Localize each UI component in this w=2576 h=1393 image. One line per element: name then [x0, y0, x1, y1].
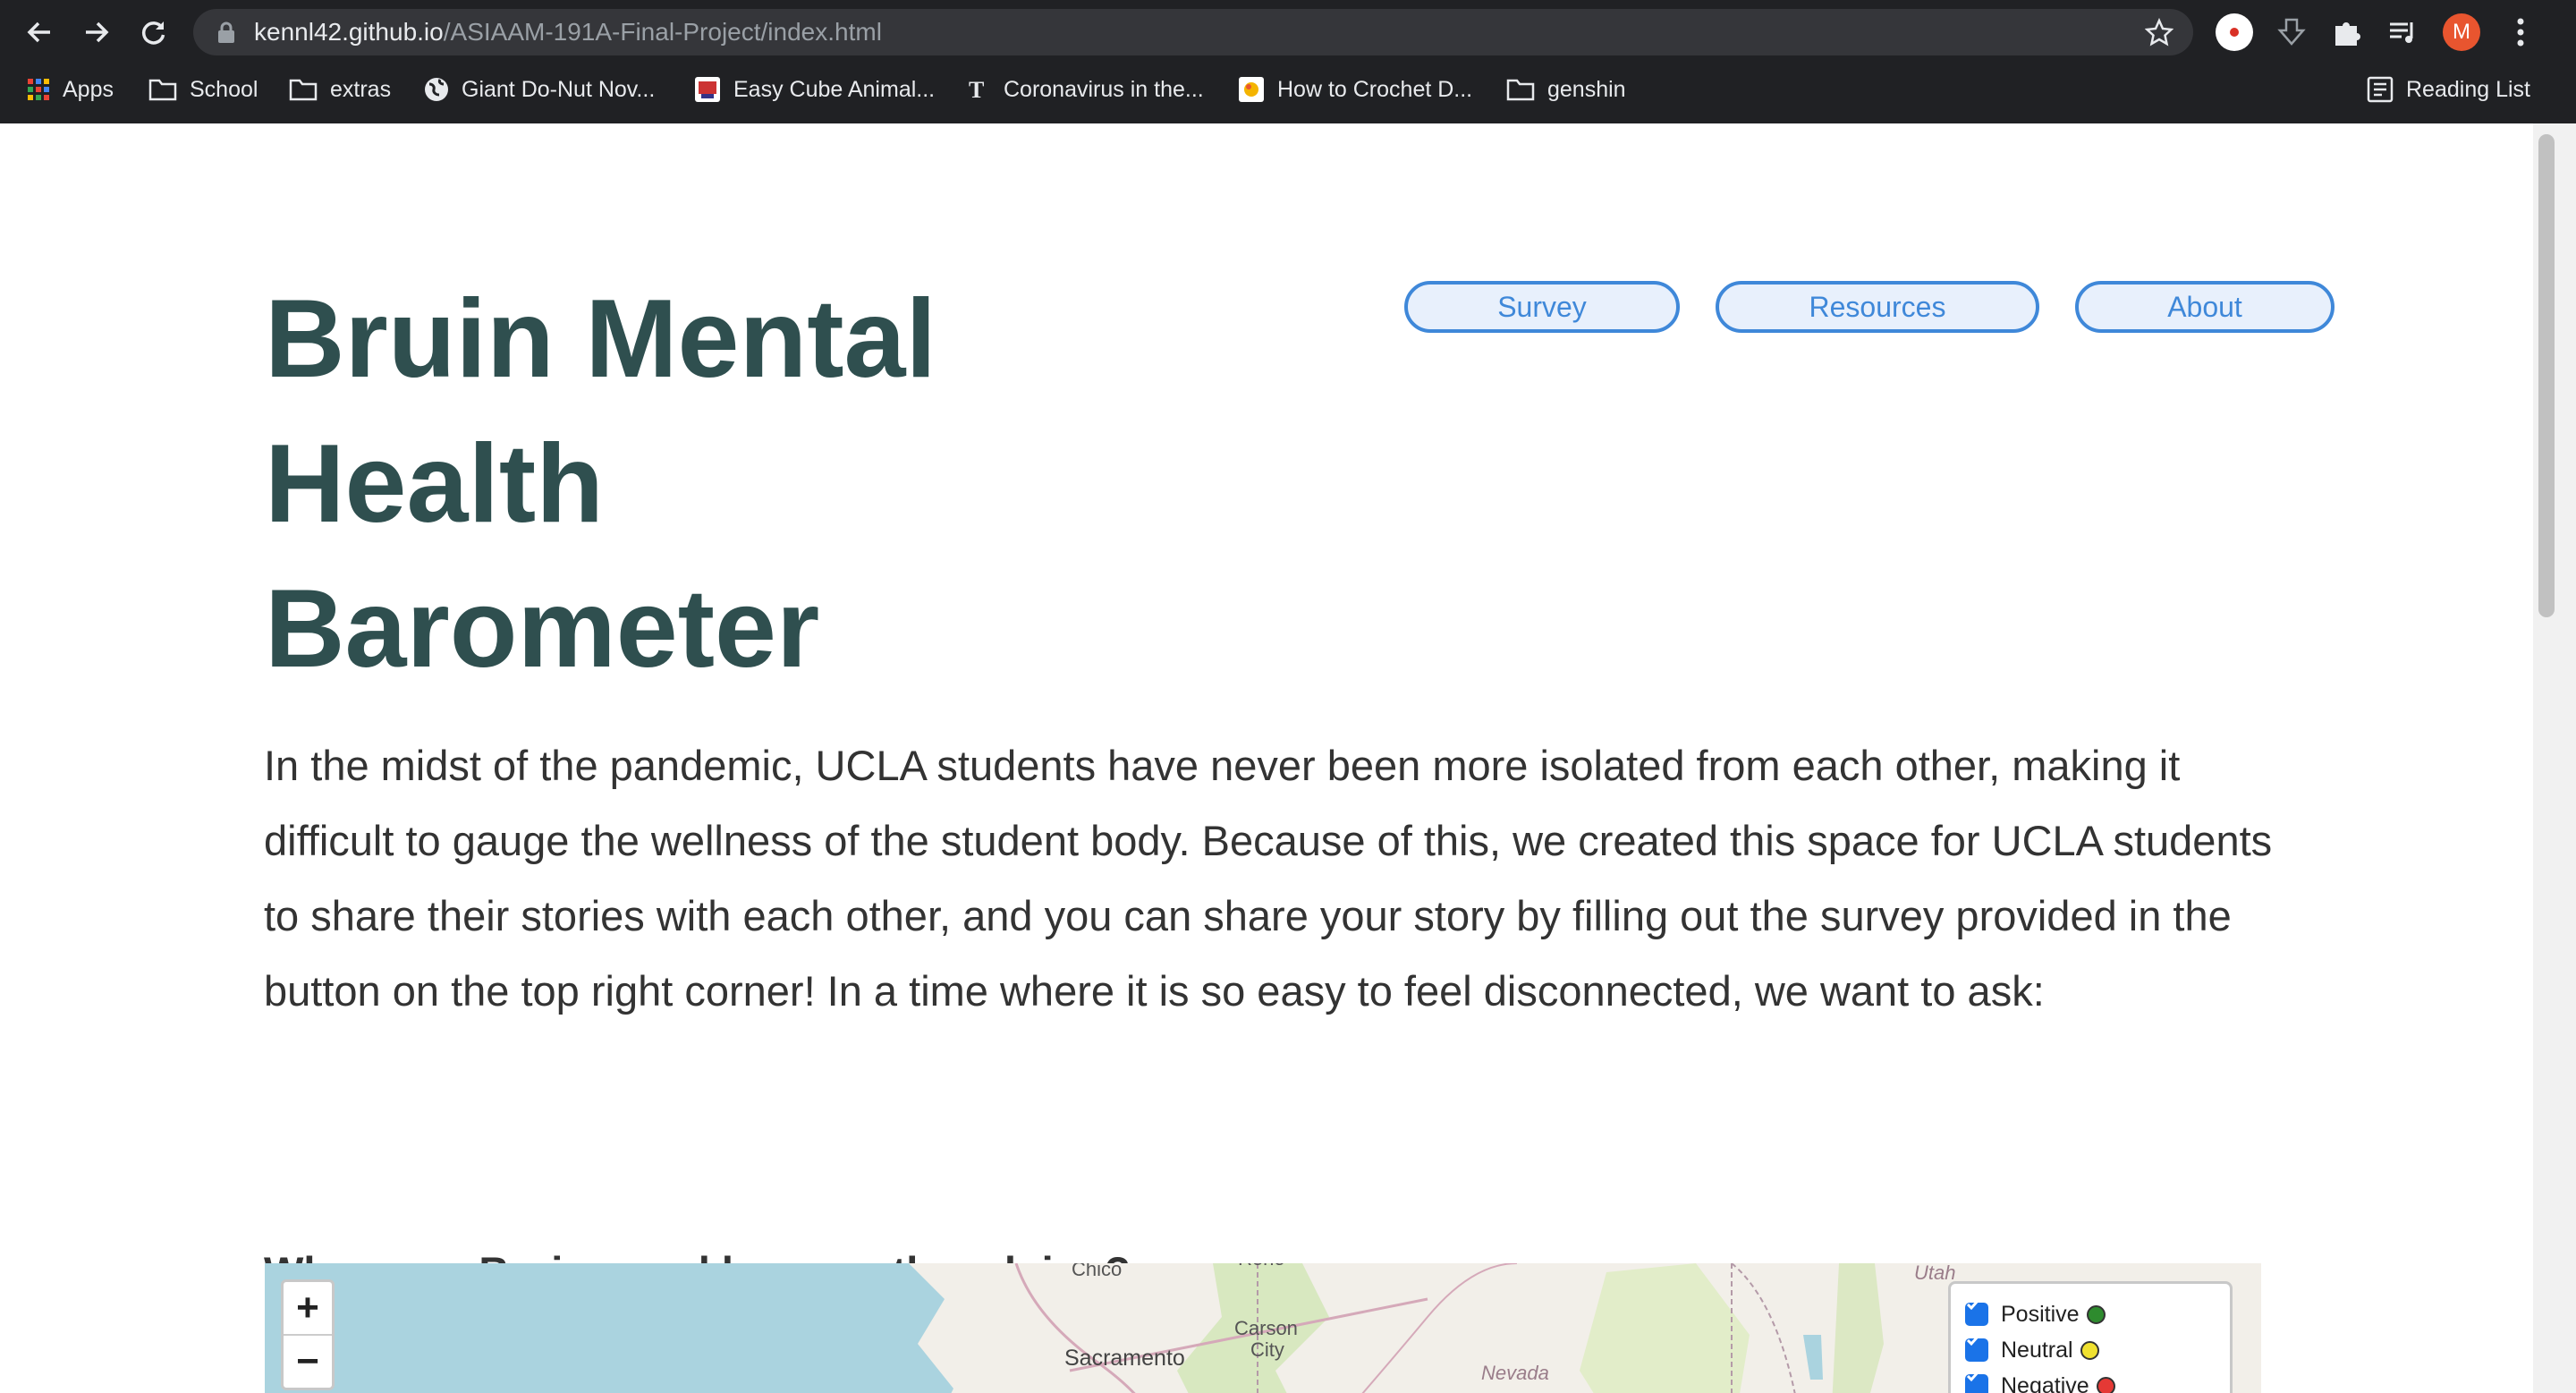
page-title: Bruin Mental Health Barometer	[265, 267, 1070, 701]
title-line: Bruin Mental	[265, 277, 936, 401]
title-line: Barometer	[265, 567, 820, 691]
bookmark-coronavirus[interactable]: T Coronavirus in the...	[966, 68, 1204, 111]
reading-list-icon	[2367, 76, 2394, 103]
url-text[interactable]: kennl42.github.io/ASIAAM-191A-Final-Proj…	[254, 9, 882, 55]
extensions-puzzle-icon[interactable]	[2326, 11, 2368, 54]
download-extension-icon[interactable]	[2270, 11, 2313, 54]
legend-negative[interactable]: Negative	[1965, 1368, 2115, 1393]
browser-chrome: kennl42.github.io/ASIAAM-191A-Final-Proj…	[0, 0, 2576, 123]
scrollbar-thumb[interactable]	[2538, 134, 2555, 617]
star-bookmark-icon[interactable]	[2144, 17, 2174, 51]
checkbox-checked-icon[interactable]	[1965, 1299, 1988, 1326]
reading-list-label: Reading List	[2406, 76, 2530, 102]
svg-text:T: T	[969, 77, 984, 102]
apps-grid-icon	[27, 78, 50, 101]
map-label-carson: Carson	[1234, 1317, 1298, 1339]
bookmark-label: Easy Cube Animal...	[733, 76, 936, 102]
map-label-reno: Reno	[1238, 1263, 1285, 1270]
map-legend: Positive Neutral Negative	[1948, 1281, 2233, 1393]
reload-icon[interactable]	[132, 11, 175, 54]
bookmark-label: Coronavirus in the...	[1004, 76, 1204, 102]
site-favicon-icon	[694, 76, 721, 103]
bookmark-easy-cube[interactable]: Easy Cube Animal...	[694, 68, 935, 111]
profile-initial: M	[2443, 13, 2480, 51]
folder-icon	[289, 78, 318, 101]
bookmark-label: extras	[330, 76, 392, 102]
title-line: Health	[265, 422, 604, 546]
map-label-city: City	[1250, 1338, 1284, 1361]
about-button[interactable]: About	[2075, 281, 2334, 333]
map-label-chico: Chico	[1072, 1263, 1123, 1280]
address-bar[interactable]: kennl42.github.io/ASIAAM-191A-Final-Proj…	[193, 9, 2193, 55]
intro-paragraph: In the midst of the pandemic, UCLA stude…	[264, 742, 2273, 1015]
site-favicon-icon	[1238, 76, 1265, 103]
map-label-utah: Utah	[1914, 1263, 1956, 1284]
bookmark-label: How to Crochet D...	[1277, 76, 1473, 102]
bookmark-genshin[interactable]: genshin	[1506, 68, 1626, 111]
resources-button[interactable]: Resources	[1716, 281, 2039, 333]
folder-icon	[1506, 78, 1535, 101]
zoom-out-button[interactable]: −	[284, 1334, 332, 1388]
globe-icon	[424, 77, 449, 102]
profile-avatar[interactable]: M	[2440, 11, 2483, 54]
positive-dot-icon	[2086, 1304, 2106, 1324]
bookmark-crochet[interactable]: How to Crochet D...	[1238, 68, 1472, 111]
bookmark-label: genshin	[1547, 76, 1626, 102]
more-menu-icon[interactable]	[2499, 11, 2542, 54]
media-queue-icon[interactable]	[2381, 11, 2424, 54]
legend-label: Positive	[2001, 1301, 2080, 1327]
map-label-sacramento: Sacramento	[1064, 1346, 1185, 1371]
page-content: Bruin Mental Health Barometer Survey Res…	[0, 123, 2533, 1393]
legend-label: Negative	[2001, 1372, 2089, 1393]
bookmark-giant-donut[interactable]: Giant Do-Nut Nov...	[424, 68, 655, 111]
bookmark-school[interactable]: School	[148, 68, 258, 111]
reading-list-button[interactable]: Reading List	[2367, 68, 2530, 111]
map-label-nevada: Nevada	[1481, 1362, 1549, 1384]
forward-arrow-icon[interactable]	[75, 11, 118, 54]
bookmark-apps[interactable]: Apps	[27, 68, 114, 111]
bookmark-extras[interactable]: extras	[289, 68, 391, 111]
legend-neutral[interactable]: Neutral	[1965, 1332, 2099, 1368]
zoom-control: + −	[281, 1279, 335, 1390]
map-container[interactable]: Chico Reno Carson City Sacramento Nevada…	[265, 1263, 2261, 1393]
nyt-icon: T	[966, 77, 991, 102]
legend-positive[interactable]: Positive	[1965, 1296, 2106, 1332]
bookmark-label: Apps	[63, 76, 114, 102]
bookmarks-bar: Apps School extras Giant Do-Nut Nov... E…	[0, 68, 2576, 111]
folder-icon	[148, 78, 177, 101]
checkbox-checked-icon[interactable]	[1965, 1371, 1988, 1393]
survey-button[interactable]: Survey	[1404, 281, 1680, 333]
zoom-in-button[interactable]: +	[284, 1282, 332, 1334]
legend-label: Neutral	[2001, 1337, 2073, 1363]
lock-icon	[216, 21, 236, 48]
neutral-dot-icon	[2080, 1340, 2099, 1360]
negative-dot-icon	[2096, 1376, 2115, 1393]
record-extension-icon[interactable]	[2213, 11, 2256, 54]
back-arrow-icon[interactable]	[18, 11, 61, 54]
bookmark-label: School	[190, 76, 258, 102]
checkbox-checked-icon[interactable]	[1965, 1335, 1988, 1362]
bookmark-label: Giant Do-Nut Nov...	[462, 76, 656, 102]
